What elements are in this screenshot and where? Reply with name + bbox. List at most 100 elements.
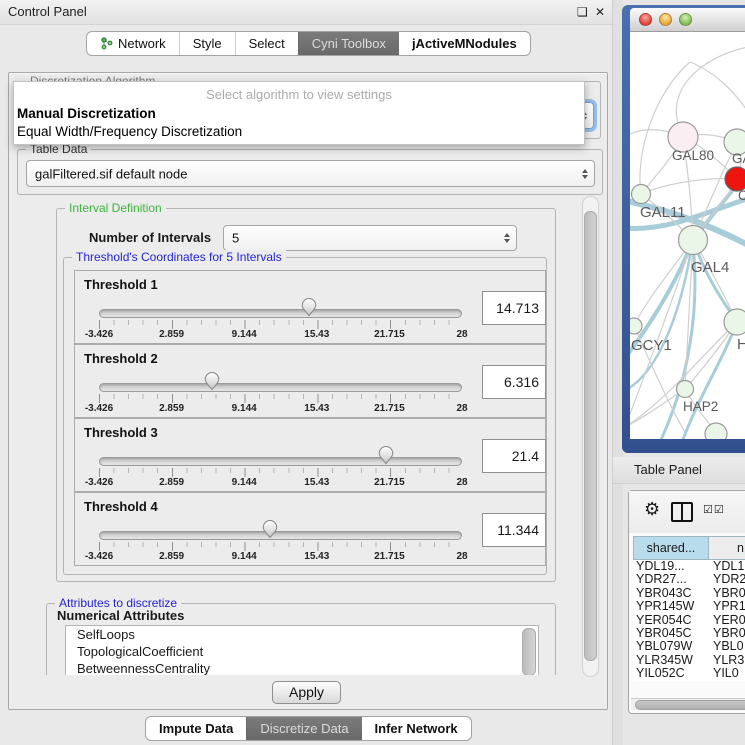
node-partial-right[interactable]	[724, 309, 745, 335]
threshold-label: Threshold 1	[84, 277, 158, 292]
threshold-1-slider: -3.4262.8599.14415.4321.71528	[99, 305, 462, 341]
node-label-gal4: GAL4	[691, 259, 729, 276]
threshold-label: Threshold 4	[84, 499, 158, 514]
node-label-partial-mid: C	[738, 188, 745, 203]
table-data-value: galFiltered.sif default node	[35, 166, 187, 181]
tab-jactivemnodules[interactable]: jActiveMNodules	[399, 32, 530, 55]
list-item[interactable]: TopologicalCoefficient	[66, 643, 538, 660]
interval-definition-title: Interval Definition	[65, 201, 166, 216]
table-data-combobox[interactable]: galFiltered.sif default node	[26, 160, 595, 187]
tab-select[interactable]: Select	[235, 32, 298, 55]
network-window-titlebar[interactable]	[630, 8, 745, 32]
attributes-group: Attributes to discretize Numerical Attri…	[46, 603, 556, 675]
table-data-group: Table Data galFiltered.sif default node	[17, 149, 603, 195]
table-header-row: shared... n	[633, 536, 745, 560]
thresholds-group: Threshold's Coordinates for 5 Intervals …	[63, 257, 547, 575]
settings-scroll-viewport: Interval Definition Number of Intervals …	[14, 196, 578, 675]
network-icon	[100, 37, 113, 50]
threshold-2-panel: Threshold 2 -3.4262.8599.14415.4321.7152…	[74, 344, 546, 418]
threshold-4-slider: -3.4262.8599.14415.4321.71528	[99, 527, 462, 563]
thresholds-group-title: Threshold's Coordinates for 5 Intervals	[72, 250, 286, 265]
float-window-icon[interactable]: ❑	[577, 5, 588, 19]
slider-track[interactable]	[99, 457, 462, 466]
node-gal4[interactable]	[679, 226, 708, 255]
slider-thumb[interactable]	[204, 372, 220, 391]
table-row[interactable]: YPR145WYPR1	[633, 600, 745, 613]
column-header-shared[interactable]: shared...	[634, 537, 709, 559]
num-intervals-combobox[interactable]: 5	[223, 225, 517, 251]
num-intervals-value: 5	[232, 231, 239, 246]
tab-impute-data[interactable]: Impute Data	[146, 717, 246, 740]
dropdown-option-equal-width[interactable]: Equal Width/Frequency Discretization	[17, 124, 242, 139]
settings-scrollbar[interactable]	[582, 196, 599, 677]
node-gcy1[interactable]	[630, 318, 642, 334]
slider-thumb[interactable]	[262, 520, 278, 539]
dropdown-prompt[interactable]: Select algorithm to view settings	[14, 87, 584, 102]
threshold-1-value[interactable]: 14.713	[482, 291, 546, 325]
control-panel-titlebar: Control Panel ❑ ✕	[0, 0, 612, 25]
table-row[interactable]: YDL19...YDL1	[633, 560, 745, 573]
table-row[interactable]: YER054CYER0	[633, 614, 745, 627]
tab-cyni-toolbox[interactable]: Cyni Toolbox	[298, 32, 399, 55]
table-row[interactable]: YBR043CYBR0	[633, 587, 745, 600]
table-row[interactable]: YIL052CYIL0	[633, 667, 745, 680]
gear-icon[interactable]: ⚙	[644, 499, 660, 520]
node-partial-bottom[interactable]	[705, 423, 727, 439]
slider-track[interactable]	[99, 531, 462, 540]
minimize-traffic-light-icon[interactable]	[659, 13, 672, 26]
network-window: GAL80 GA C GAL11 GAL4 GCY1 H HAP2	[622, 5, 745, 453]
slider-tick-labels: -3.4262.8599.14415.4321.71528	[99, 403, 462, 415]
threshold-2-value[interactable]: 6.316	[482, 365, 546, 399]
threshold-4-value[interactable]: 11.344	[482, 513, 546, 547]
node-hap2[interactable]	[677, 381, 694, 398]
table-row[interactable]: YLR345WYLR3	[633, 654, 745, 667]
node-label-gal11: GAL11	[640, 204, 686, 221]
threshold-3-value[interactable]: 21.4	[482, 439, 546, 473]
threshold-3-slider: -3.4262.8599.14415.4321.71528	[99, 453, 462, 489]
bottom-tab-bar: Impute Data Discretize Data Infer Networ…	[145, 716, 472, 741]
checkbox-icons[interactable]: ☑☑	[703, 503, 725, 516]
slider-thumb[interactable]	[378, 446, 394, 465]
zoom-traffic-light-icon[interactable]	[679, 13, 692, 26]
node-gal11[interactable]	[632, 185, 651, 204]
list-item[interactable]: SelfLoops	[66, 626, 538, 643]
table-horizontal-scrollbar[interactable]	[631, 698, 745, 710]
slider-tick-labels: -3.4262.8599.14415.4321.71528	[99, 477, 462, 489]
slider-tick-labels: -3.4262.8599.14415.4321.71528	[99, 551, 462, 563]
interval-definition-group: Interval Definition Number of Intervals …	[56, 208, 556, 582]
list-item[interactable]: BetweennessCentrality	[66, 660, 538, 675]
tab-label: Network	[118, 36, 166, 51]
column-header-name[interactable]: n	[709, 537, 745, 559]
tab-style[interactable]: Style	[179, 32, 235, 55]
combo-stepper-icon	[504, 233, 510, 243]
combo-stepper-icon	[582, 169, 588, 179]
algorithm-dropdown-popup: Select algorithm to view settings Manual…	[13, 81, 585, 145]
split-view-icon[interactable]	[671, 502, 693, 522]
panel-title: Control Panel	[8, 4, 87, 19]
network-canvas[interactable]: GAL80 GA C GAL11 GAL4 GCY1 H HAP2	[630, 32, 745, 439]
table-row[interactable]: YBR045CYBR0	[633, 627, 745, 640]
control-panel: Control Panel ❑ ✕ Network Style Select C…	[0, 0, 612, 745]
tab-discretize-data[interactable]: Discretize Data	[246, 717, 361, 740]
threshold-label: Threshold 3	[84, 425, 158, 440]
table-toolbar: ⚙ ☑☑	[629, 491, 745, 533]
list-scrollbar[interactable]	[522, 628, 536, 675]
slider-thumb[interactable]	[301, 298, 317, 317]
slider-ticks	[99, 394, 463, 403]
threshold-1-panel: Threshold 1 -3.4262.8599.14415.4321.7152…	[74, 270, 546, 344]
slider-track[interactable]	[99, 383, 462, 392]
apply-button[interactable]: Apply	[272, 681, 341, 704]
table-row[interactable]: YBL079WYBL0	[633, 640, 745, 653]
tab-network[interactable]: Network	[87, 32, 179, 55]
dropdown-option-manual[interactable]: Manual Discretization	[17, 106, 156, 121]
table-row[interactable]: YDR27...YDR2	[633, 573, 745, 586]
close-traffic-light-icon[interactable]	[639, 13, 652, 26]
slider-track[interactable]	[99, 309, 462, 318]
slider-ticks	[99, 542, 463, 551]
numerical-attributes-list[interactable]: SelfLoops TopologicalCoefficient Between…	[65, 625, 539, 675]
scrollbar-thumb[interactable]	[635, 700, 745, 710]
scrollbar-thumb[interactable]	[584, 211, 597, 661]
tab-infer-network[interactable]: Infer Network	[362, 717, 471, 740]
close-icon[interactable]: ✕	[595, 5, 605, 19]
threshold-4-panel: Threshold 4 -3.4262.8599.14415.4321.7152…	[74, 492, 546, 566]
